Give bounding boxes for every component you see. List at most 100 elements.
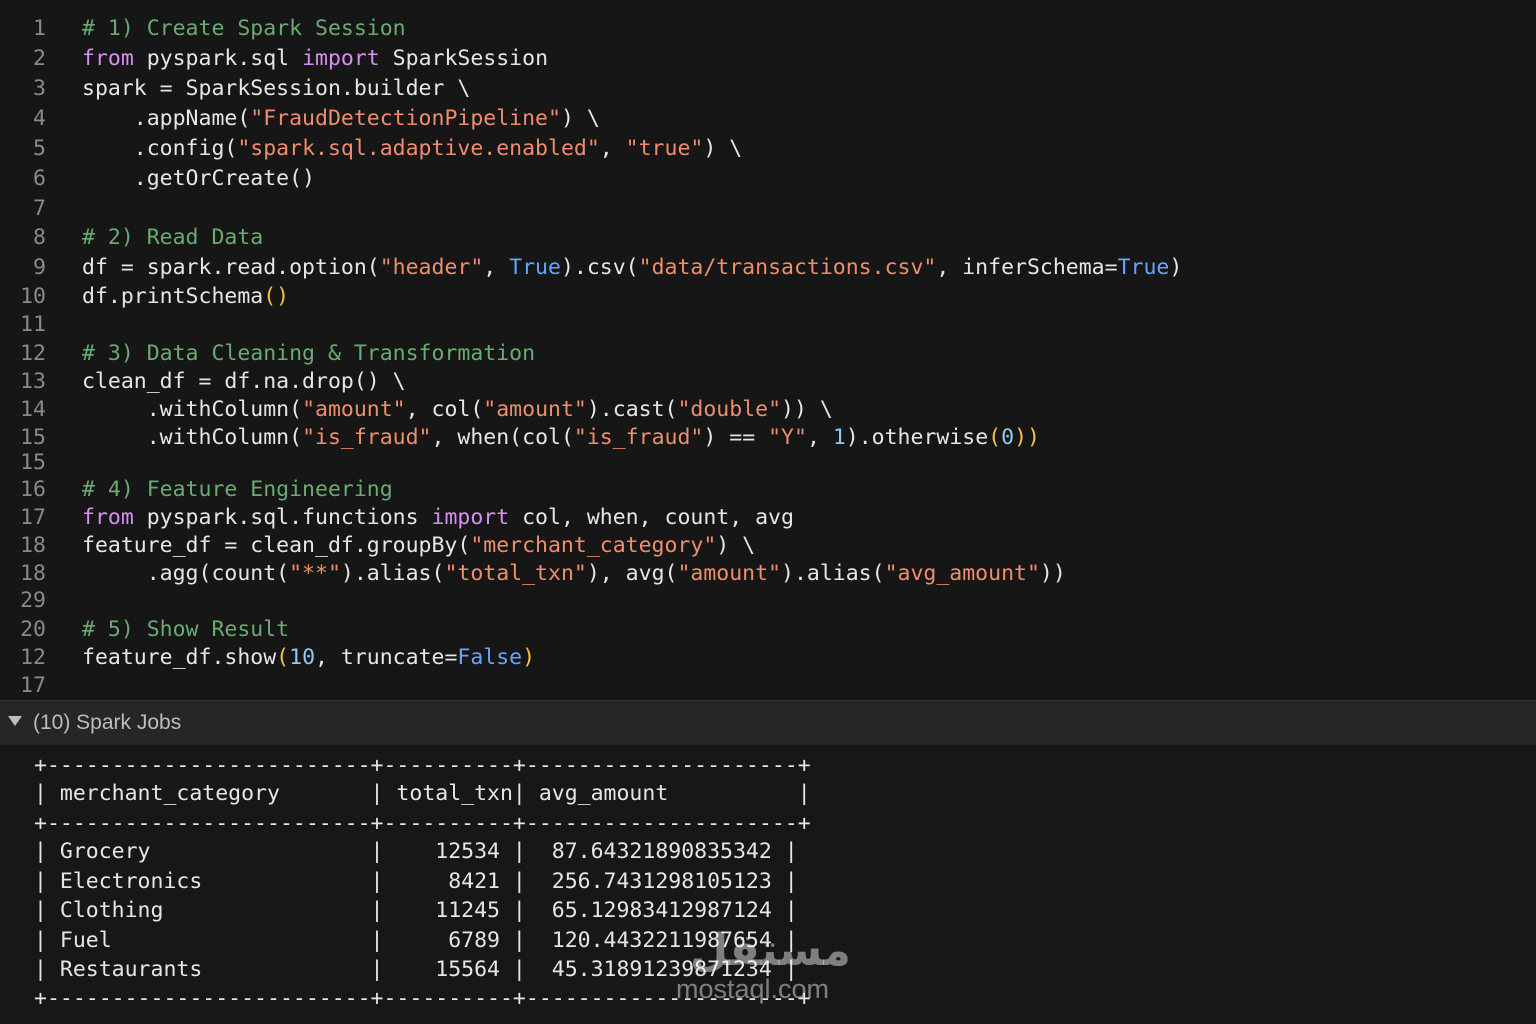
code-line[interactable]: 17	[0, 671, 1536, 700]
code-line[interactable]: 3 spark = SparkSession.builder \	[0, 74, 1536, 104]
line-number: 1	[33, 16, 46, 41]
code-token-default: pyspark.sql.functions	[133, 505, 432, 530]
code-token-string: "avg_amount"	[884, 561, 1040, 586]
code-token-comment: # 4) Feature Engineering	[82, 477, 393, 502]
code-line[interactable]: 1 # 1) Create Spark Session	[0, 14, 1536, 44]
line-number: 15	[20, 450, 46, 475]
code-text[interactable]: df = spark.read.option("header", True).c…	[82, 253, 1182, 283]
code-text[interactable]: # 4) Feature Engineering	[82, 475, 393, 505]
code-line[interactable]: 4 .appName("FraudDetectionPipeline") \	[0, 104, 1536, 134]
code-token-string: "is_fraud"	[573, 425, 704, 450]
code-text[interactable]: .appName("FraudDetectionPipeline") \	[82, 104, 600, 134]
code-line[interactable]: 6 .getOrCreate()	[0, 164, 1536, 194]
line-number: 17	[20, 505, 46, 530]
code-line[interactable]: 9 df = spark.read.option("header", True).…	[0, 253, 1536, 283]
code-line[interactable]: 5 .config("spark.sql.adaptive.enabled", …	[0, 134, 1536, 164]
code-line[interactable]: 12 feature_df.show(10, truncate=False)	[0, 643, 1536, 673]
code-text[interactable]: df.printSchema()	[82, 282, 289, 312]
code-text[interactable]: clean_df = df.na.drop() \	[82, 367, 406, 397]
code-text[interactable]: feature_df.show(10, truncate=False)	[82, 643, 535, 673]
code-line[interactable]: 16 # 4) Feature Engineering	[0, 475, 1536, 505]
code-token-const: True	[1117, 255, 1170, 280]
code-text[interactable]: feature_df = clean_df.groupBy("merchant_…	[82, 531, 755, 561]
code-text[interactable]: .config("spark.sql.adaptive.enabled", "t…	[82, 134, 742, 164]
code-token-paren: (	[988, 425, 1002, 450]
code-token-default: feature_df.show	[82, 645, 277, 670]
code-token-default: SparkSession	[379, 46, 549, 71]
code-line[interactable]: 13 clean_df = df.na.drop() \	[0, 367, 1536, 397]
code-line[interactable]: 11	[0, 310, 1536, 340]
spark-jobs-label[interactable]: (10) Spark Jobs	[33, 710, 181, 736]
output-line: +-------------------------+----------+--…	[34, 986, 811, 1011]
code-token-default: ).otherwise	[845, 425, 989, 450]
spark-jobs-bar[interactable]: (10) Spark Jobs	[0, 700, 1536, 745]
code-token-comment: # 5) Show Result	[82, 617, 290, 642]
code-token-string: "total_txn"	[444, 561, 587, 586]
code-token-default: ,	[483, 255, 510, 280]
line-number: 7	[33, 196, 46, 221]
code-text[interactable]: # 3) Data Cleaning & Transformation	[82, 339, 535, 369]
code-token-comment: # 2) Read Data	[82, 225, 264, 250]
code-token-keyword: import	[431, 505, 510, 530]
code-token-string: "double"	[677, 397, 782, 422]
code-token-default: ) \	[703, 136, 743, 161]
code-token-default: ) \	[560, 106, 600, 131]
line-number: 4	[33, 106, 46, 131]
code-line[interactable]: 8 # 2) Read Data	[0, 223, 1536, 253]
line-number: 11	[20, 312, 46, 337]
code-token-default: .config(	[82, 136, 238, 161]
code-line[interactable]: 18 .agg(count("**").alias("total_txn"), …	[0, 559, 1536, 589]
code-token-default: pyspark.sql	[133, 46, 303, 71]
code-text[interactable]: # 2) Read Data	[82, 223, 263, 253]
notebook-page: 1 # 1) Create Spark Session 2 from pyspark.…	[0, 0, 1536, 1024]
code-line[interactable]: 20 # 5) Show Result	[0, 615, 1536, 645]
code-line[interactable]: 12 # 3) Data Cleaning & Transformation	[0, 339, 1536, 369]
line-number: 12	[20, 645, 46, 670]
code-line[interactable]: 7	[0, 194, 1536, 224]
code-token-default: spark = SparkSession.builder \	[82, 76, 471, 101]
output-line: +-------------------------+----------+--…	[34, 753, 811, 778]
line-number: 10	[20, 284, 46, 309]
code-token-default: df = spark.read.option(	[82, 255, 380, 280]
code-text[interactable]: from pyspark.sql.functions import col, w…	[82, 503, 794, 533]
line-number: 16	[20, 477, 46, 502]
code-token-comment: # 1) Create Spark Session	[82, 16, 406, 41]
code-token-paren: ))	[1014, 425, 1040, 450]
code-text[interactable]: .withColumn("amount", col("amount").cast…	[82, 395, 833, 425]
code-token-paren: )	[522, 645, 536, 670]
output-line: | Clothing | 11245 | 65.12983412987124 |	[34, 898, 798, 923]
code-editor[interactable]: 1 # 1) Create Spark Session 2 from pyspark.…	[0, 0, 1536, 700]
code-token-default: ,	[599, 136, 626, 161]
code-line[interactable]: 18 feature_df = clean_df.groupBy("merchan…	[0, 531, 1536, 561]
line-number: 17	[20, 673, 46, 698]
code-text[interactable]: spark = SparkSession.builder \	[82, 74, 470, 104]
code-token-keyword: from	[82, 46, 134, 71]
code-line[interactable]: 10 df.printSchema()	[0, 282, 1536, 312]
code-token-const: False	[457, 645, 523, 670]
code-token-default: ).alias(	[340, 561, 445, 586]
line-number: 8	[33, 225, 46, 250]
code-token-paren: (	[276, 645, 290, 670]
code-token-default: ) ==	[703, 425, 769, 450]
code-token-keyword: from	[82, 505, 134, 530]
code-token-string: "Y"	[768, 425, 807, 450]
code-text[interactable]: from pyspark.sql import SparkSession	[82, 44, 548, 74]
code-line[interactable]: 15	[0, 448, 1536, 478]
code-token-default: df.printSchema	[82, 284, 264, 309]
code-line[interactable]: 29	[0, 586, 1536, 616]
code-token-number: 10	[289, 645, 316, 670]
code-token-default: )	[1169, 255, 1183, 280]
code-line[interactable]: 17 from pyspark.sql.functions import col,…	[0, 503, 1536, 533]
code-text[interactable]: .agg(count("**").alias("total_txn"), avg…	[82, 559, 1066, 589]
code-text[interactable]: # 5) Show Result	[82, 615, 289, 645]
code-text[interactable]: # 1) Create Spark Session	[82, 14, 406, 44]
code-line[interactable]: 14 .withColumn("amount", col("amount").c…	[0, 395, 1536, 425]
triangle-down-icon[interactable]	[8, 716, 22, 726]
code-token-default: ,	[806, 425, 833, 450]
code-line[interactable]: 2 from pyspark.sql import SparkSession	[0, 44, 1536, 74]
code-token-default: ).alias(	[781, 561, 885, 586]
output-line: | Restaurants | 15564 | 45.3189123987123…	[34, 957, 798, 982]
line-number: 18	[20, 561, 46, 586]
code-token-default: feature_df = clean_df.groupBy(	[82, 533, 471, 558]
code-text[interactable]: .getOrCreate()	[82, 164, 315, 194]
